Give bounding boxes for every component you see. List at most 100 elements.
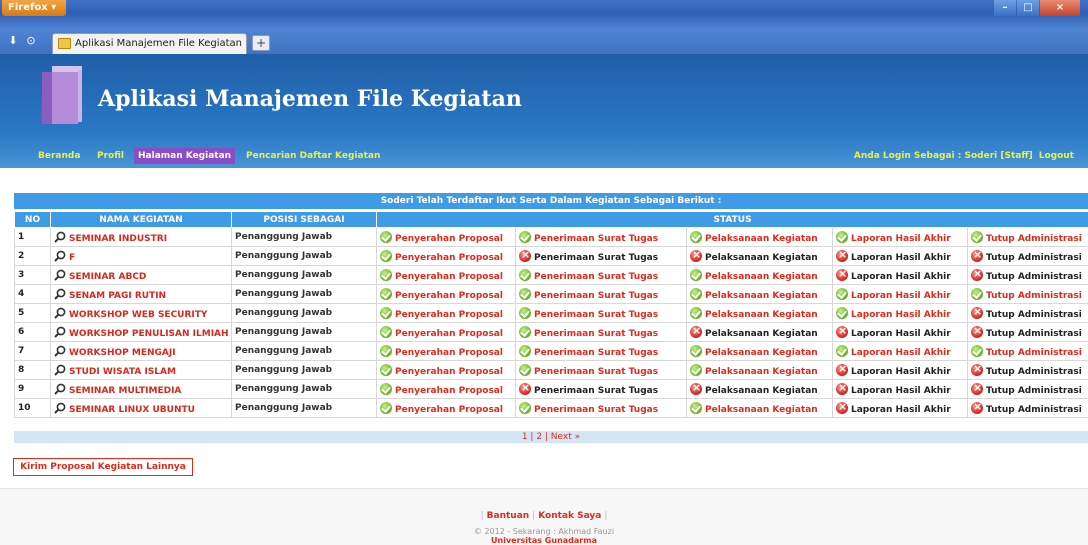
position-cell: Penanggung Jawab: [231, 341, 377, 361]
minimize-button[interactable]: –: [994, 0, 1016, 16]
status-cell[interactable]: Penerimaan Surat Tugas: [515, 398, 687, 418]
status-cell[interactable]: Penyerahan Proposal: [376, 265, 516, 285]
status-cell[interactable]: Pelaksanaan Kegiatan: [686, 227, 833, 247]
status-cell[interactable]: Penyerahan Proposal: [376, 303, 516, 323]
kegiatan-name-cell[interactable]: SEMINAR LINUX UBUNTU: [50, 398, 232, 418]
search-icon[interactable]: [54, 307, 66, 319]
menu-beranda[interactable]: Beranda: [34, 148, 84, 164]
menu-profil[interactable]: Profil: [93, 148, 128, 164]
search-icon[interactable]: [54, 231, 66, 243]
download-arrow-icon[interactable]: ⬇: [6, 34, 20, 48]
search-icon[interactable]: [54, 364, 66, 376]
kegiatan-name-link[interactable]: SEMINAR MULTIMEDIA: [69, 386, 181, 396]
status-label: Penyerahan Proposal: [395, 385, 503, 396]
search-icon[interactable]: [54, 288, 66, 300]
check-circle-icon: [380, 306, 392, 319]
status-cell[interactable]: Laporan Hasil Akhir: [832, 303, 968, 323]
status-cell[interactable]: Penyerahan Proposal: [376, 360, 516, 380]
kegiatan-name-link[interactable]: SENAM PAGI RUTIN: [69, 291, 166, 301]
search-icon[interactable]: [54, 402, 66, 414]
status-cell[interactable]: Penerimaan Surat Tugas: [515, 284, 687, 304]
status-cell[interactable]: Penyerahan Proposal: [376, 246, 516, 266]
close-button[interactable]: ×: [1040, 0, 1080, 16]
status-cell: Pelaksanaan Kegiatan: [686, 379, 833, 399]
kegiatan-name-link[interactable]: WORKSHOP PENULISAN ILMIAH: [69, 329, 229, 339]
kegiatan-name-cell[interactable]: SEMINAR ABCD: [50, 265, 232, 285]
status-cell[interactable]: Laporan Hasil Akhir: [832, 341, 968, 361]
kegiatan-name-link[interactable]: SEMINAR LINUX UBUNTU: [69, 405, 195, 415]
menu-pencarian-daftar-kegiatan[interactable]: Pencarian Daftar Kegiatan: [242, 148, 384, 164]
status-cell[interactable]: Pelaksanaan Kegiatan: [686, 303, 833, 323]
status-label: Pelaksanaan Kegiatan: [705, 328, 818, 339]
status-cell[interactable]: Penyerahan Proposal: [376, 322, 516, 342]
check-circle-icon: [690, 401, 702, 414]
status-cell[interactable]: Penerimaan Surat Tugas: [515, 341, 687, 361]
status-cell[interactable]: Penyerahan Proposal: [376, 398, 516, 418]
kegiatan-name-link[interactable]: WORKSHOP WEB SECURITY: [69, 310, 207, 320]
row-number: 6: [14, 322, 51, 342]
menu-halaman-kegiatan[interactable]: Halaman Kegiatan: [134, 148, 236, 164]
cross-circle-icon: [971, 362, 983, 376]
footer-link-kontak[interactable]: Kontak Saya: [538, 511, 601, 521]
status-cell[interactable]: Pelaksanaan Kegiatan: [686, 284, 833, 304]
col-header-no: NO: [14, 211, 51, 228]
status-cell[interactable]: Pelaksanaan Kegiatan: [686, 360, 833, 380]
status-cell[interactable]: Penyerahan Proposal: [376, 379, 516, 399]
kegiatan-name-cell[interactable]: WORKSHOP MENGAJI: [50, 341, 232, 361]
kegiatan-name-link[interactable]: F: [69, 253, 75, 263]
firefox-menu-button[interactable]: Firefox ▾: [2, 0, 66, 16]
kegiatan-name-link[interactable]: SEMINAR INDUSTRI: [69, 234, 167, 244]
search-icon[interactable]: [54, 250, 66, 262]
check-circle-icon: [519, 401, 531, 414]
status-label: Tutup Administrasi: [986, 233, 1082, 244]
status-cell[interactable]: Tutup Administrasi: [966, 284, 1088, 304]
kegiatan-name-link[interactable]: STUDI WISATA ISLAM: [69, 367, 176, 377]
logout-link[interactable]: Logout: [1039, 151, 1074, 161]
kegiatan-name-cell[interactable]: SEMINAR MULTIMEDIA: [50, 379, 232, 399]
kegiatan-name-cell[interactable]: SEMINAR INDUSTRI: [50, 227, 232, 247]
position-cell: Penanggung Jawab: [231, 379, 377, 399]
check-circle-icon: [690, 306, 702, 319]
footer-link-bantuan[interactable]: Bantuan: [487, 511, 530, 521]
status-label: Pelaksanaan Kegiatan: [705, 385, 818, 396]
status-cell[interactable]: Penerimaan Surat Tugas: [515, 303, 687, 323]
check-circle-icon: [690, 268, 702, 281]
kegiatan-name-cell[interactable]: WORKSHOP WEB SECURITY: [50, 303, 232, 323]
kegiatan-name-cell[interactable]: SENAM PAGI RUTIN: [50, 284, 232, 304]
search-icon[interactable]: [54, 345, 66, 357]
row-number: 7: [14, 341, 51, 361]
status-label: Penerimaan Surat Tugas: [534, 347, 659, 358]
search-icon[interactable]: [54, 326, 66, 338]
kegiatan-name-link[interactable]: WORKSHOP MENGAJI: [69, 348, 176, 358]
status-label: Pelaksanaan Kegiatan: [705, 290, 818, 301]
kegiatan-name-cell[interactable]: WORKSHOP PENULISAN ILMIAH: [50, 322, 232, 342]
kirim-proposal-button[interactable]: Kirim Proposal Kegiatan Lainnya: [13, 458, 193, 476]
kegiatan-name-cell[interactable]: F: [50, 246, 232, 266]
maximize-button[interactable]: □: [1017, 0, 1039, 16]
search-icon[interactable]: [54, 269, 66, 281]
browser-tab[interactable]: Aplikasi Manajemen File Kegiatan: [52, 33, 247, 54]
status-cell[interactable]: Laporan Hasil Akhir: [832, 227, 968, 247]
status-label: Laporan Hasil Akhir: [851, 347, 951, 358]
new-tab-button[interactable]: +: [252, 35, 270, 51]
pagination[interactable]: 1 | 2 | Next »: [14, 431, 1088, 443]
status-cell[interactable]: Penyerahan Proposal: [376, 341, 516, 361]
status-cell[interactable]: Penerimaan Surat Tugas: [515, 360, 687, 380]
history-icon[interactable]: ⊙: [24, 34, 38, 48]
status-cell[interactable]: Pelaksanaan Kegiatan: [686, 341, 833, 361]
check-circle-icon: [690, 287, 702, 300]
status-cell[interactable]: Laporan Hasil Akhir: [832, 284, 968, 304]
status-cell[interactable]: Tutup Administrasi: [966, 227, 1088, 247]
kegiatan-name-link[interactable]: SEMINAR ABCD: [69, 272, 146, 282]
status-label: Penerimaan Surat Tugas: [534, 271, 659, 282]
status-cell[interactable]: Tutup Administrasi: [966, 341, 1088, 361]
search-icon[interactable]: [54, 383, 66, 395]
status-cell[interactable]: Penyerahan Proposal: [376, 284, 516, 304]
status-cell[interactable]: Penerimaan Surat Tugas: [515, 322, 687, 342]
status-cell[interactable]: Penyerahan Proposal: [376, 227, 516, 247]
status-cell[interactable]: Pelaksanaan Kegiatan: [686, 398, 833, 418]
status-cell[interactable]: Penerimaan Surat Tugas: [515, 227, 687, 247]
status-cell[interactable]: Penerimaan Surat Tugas: [515, 265, 687, 285]
status-cell[interactable]: Pelaksanaan Kegiatan: [686, 265, 833, 285]
kegiatan-name-cell[interactable]: STUDI WISATA ISLAM: [50, 360, 232, 380]
